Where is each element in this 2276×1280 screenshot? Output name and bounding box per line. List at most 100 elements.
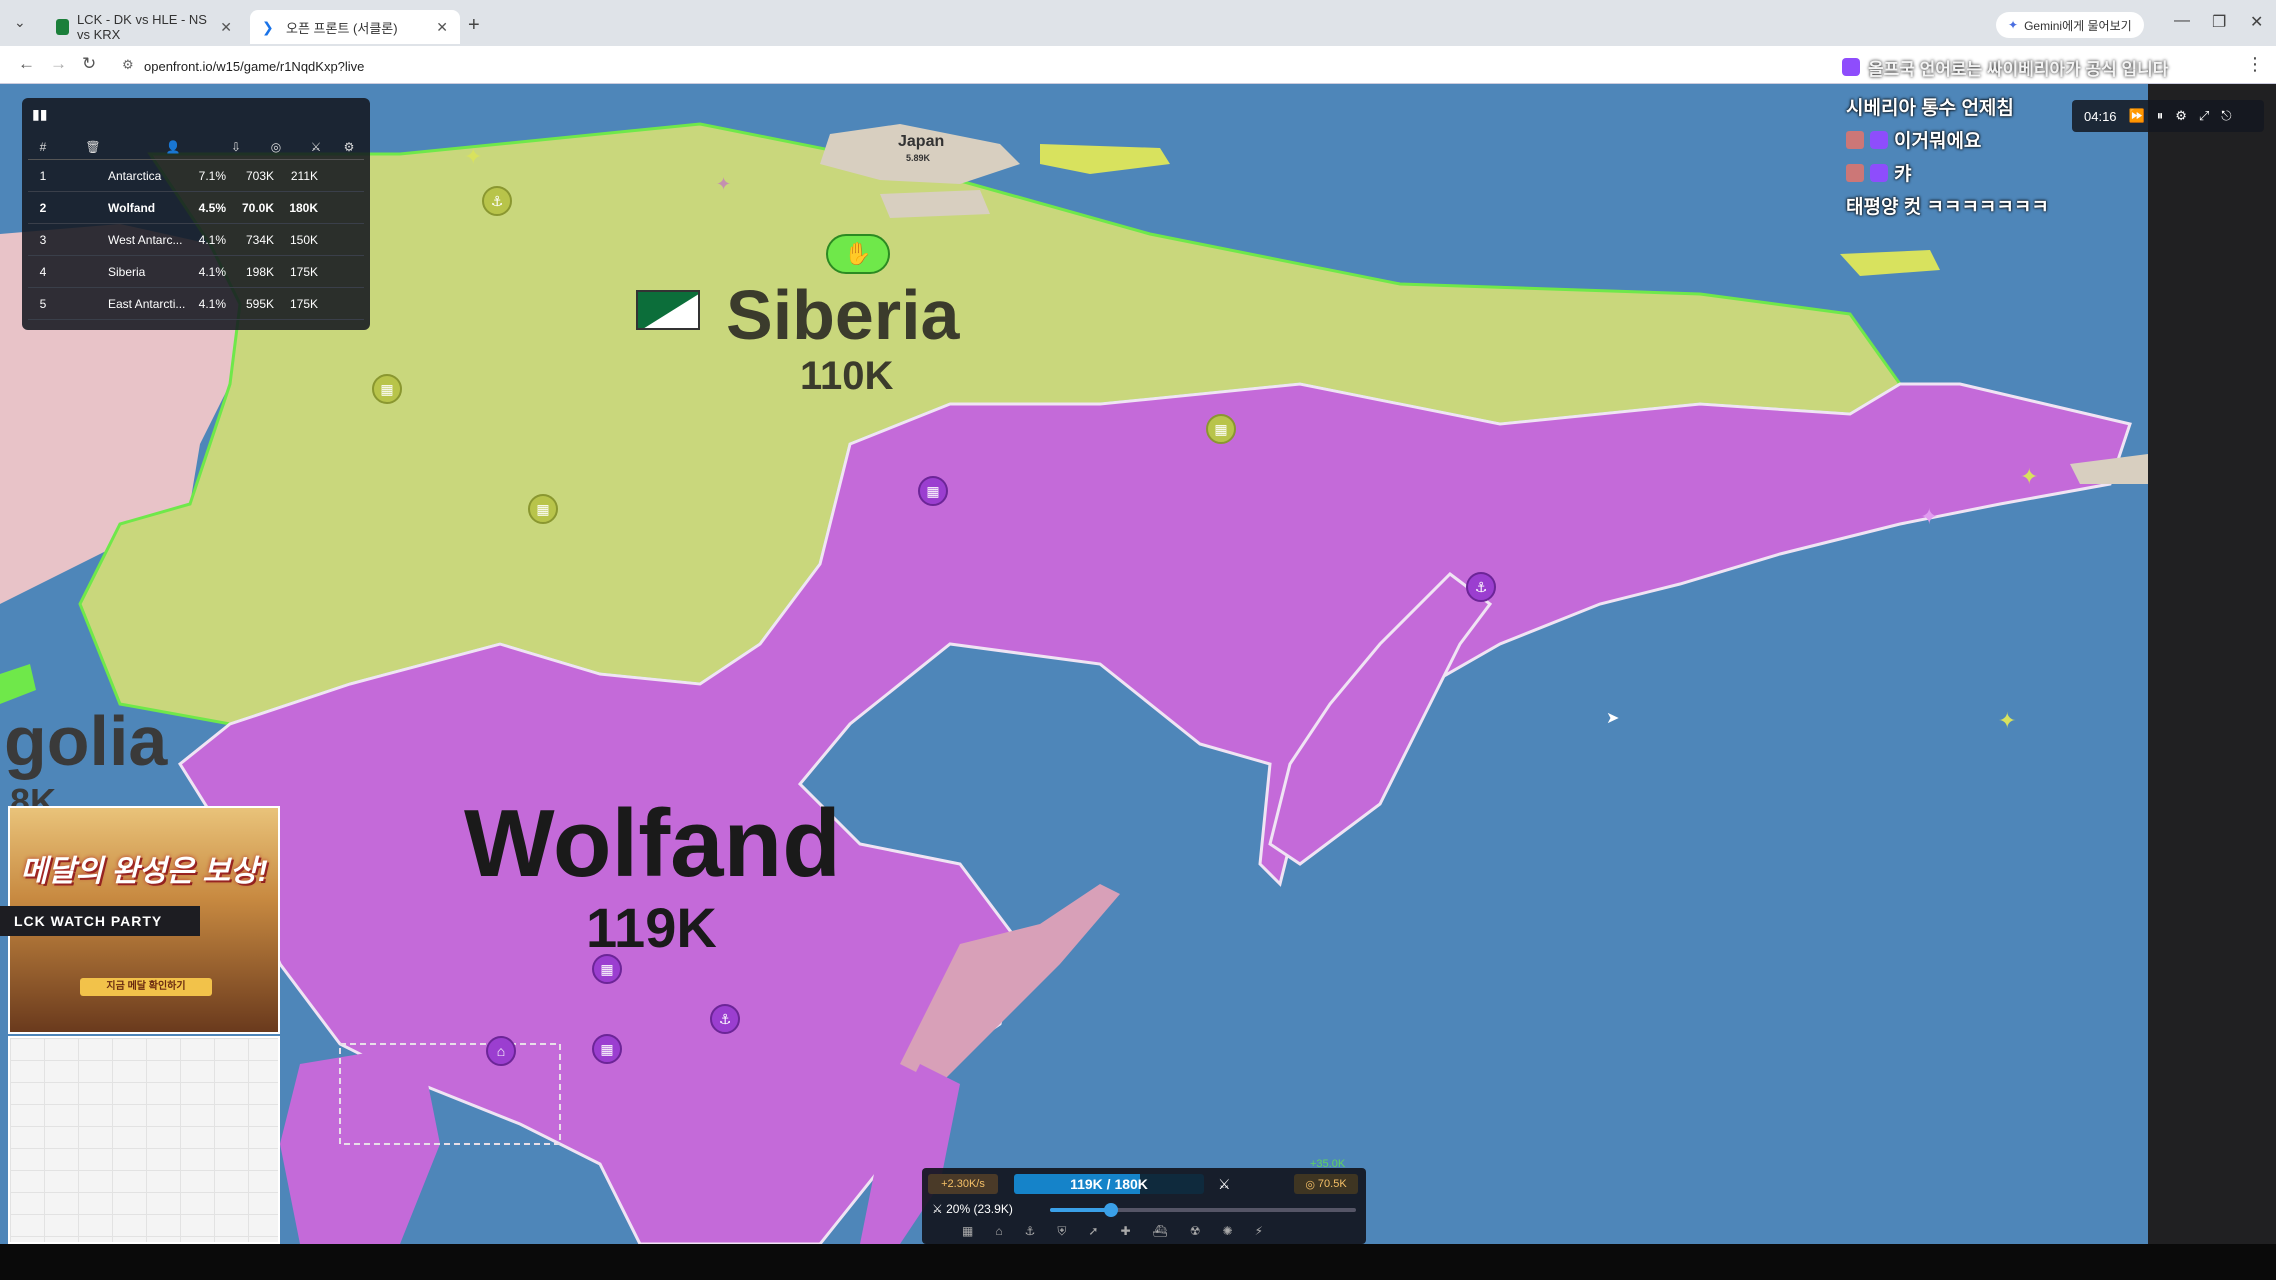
land-cell: 4.1% xyxy=(198,296,226,311)
sam-build-icon[interactable]: ✚ xyxy=(1120,1224,1130,1242)
rank-header[interactable]: # xyxy=(28,140,58,154)
chat-message: 태평양 컷 ㅋㅋㅋㅋㅋㅋㅋ xyxy=(1846,189,2166,222)
city-building-icon[interactable]: ▦ xyxy=(592,954,622,984)
gold-cell: 734K xyxy=(245,232,274,247)
nuke-build-icon[interactable]: ☢ xyxy=(1190,1224,1201,1242)
chat-text: 캬 xyxy=(1894,164,1912,185)
mongolia-name-label: golia xyxy=(4,702,168,780)
port-build-icon[interactable]: ⚓ xyxy=(1025,1224,1036,1242)
gold-cell: 198K xyxy=(245,264,274,279)
leaderboard-panel: ▮▮ # 🗑 👤 ⇩ ◎ ⚔ ⚙ 1 Antarctica 7.1% 703K … xyxy=(22,98,370,330)
letterbox-bottom xyxy=(0,1244,2276,1280)
siberia-population-label: 110K xyxy=(800,354,894,398)
close-icon[interactable]: ✕ xyxy=(436,19,448,36)
missile-build-icon[interactable]: ➚ xyxy=(1088,1224,1098,1242)
reload-icon[interactable]: ↻ xyxy=(82,54,96,74)
land-cell: 4.1% xyxy=(198,264,226,279)
troops-cell: 180K xyxy=(289,200,318,215)
rank-cell: 2 xyxy=(39,200,47,215)
resource-sparkle-icon: ✦ xyxy=(716,174,732,194)
tab-list-chevron-icon[interactable]: ⌄ xyxy=(14,14,26,31)
fullscreen-icon[interactable]: ⤢ xyxy=(2199,108,2209,124)
gold-coin-icon: ◎ xyxy=(1305,1178,1315,1191)
city-building-icon[interactable]: ▦ xyxy=(1206,414,1236,444)
tab-openfront[interactable]: ❯ 오픈 프론트 (서클론) ✕ xyxy=(250,10,460,44)
settings-gear-icon[interactable]: ⚙ xyxy=(2175,108,2187,124)
ad-cta-button[interactable]: 지금 메달 확인하기 xyxy=(80,978,212,996)
city-building-icon[interactable]: ▦ xyxy=(528,494,558,524)
factory-icon[interactable]: ⌂ xyxy=(486,1036,516,1066)
mirv-build-icon[interactable]: ⚡ xyxy=(1255,1224,1263,1242)
troops-cell: 175K xyxy=(289,264,318,279)
slider-handle[interactable] xyxy=(1104,1203,1119,1217)
name-cell: Antarctica xyxy=(108,168,162,183)
window-close-icon[interactable]: ✕ xyxy=(2250,12,2263,32)
gemini-label: Gemini에게 물어보기 xyxy=(2024,18,2132,33)
rank-cell: 1 xyxy=(39,168,47,183)
exit-icon[interactable]: ⎋ xyxy=(2221,108,2231,124)
port-anchor-icon[interactable]: ⚓ xyxy=(1466,572,1496,602)
attack-ratio-slider[interactable] xyxy=(1050,1203,1356,1217)
leaderboard-chart-icon[interactable]: ▮▮ xyxy=(32,106,47,123)
openfront-favicon-icon: ❯ xyxy=(262,19,274,35)
heart-badge-icon xyxy=(1870,163,1888,182)
name-cell: East Antarcti... xyxy=(108,296,186,311)
new-tab-plus-icon[interactable]: + xyxy=(468,14,480,37)
resource-sparkle-icon: ✦ xyxy=(1998,708,2017,733)
fast-forward-icon[interactable]: ⏩ xyxy=(2129,108,2145,124)
stream-notice: 올프국 언어로는 싸이베리아가 공식 입니다 xyxy=(1842,54,2252,80)
port-anchor-icon[interactable]: ⚓ xyxy=(710,1004,740,1034)
sword-icon: ⚔ xyxy=(932,1202,943,1216)
sparkle-icon: ✦ xyxy=(2008,18,2019,32)
restore-icon[interactable]: ❐ xyxy=(2212,12,2226,32)
defense-build-icon[interactable]: ⛨ xyxy=(1057,1224,1066,1242)
leaderboard-header: # 🗑 👤 ⇩ ◎ ⚔ ⚙ xyxy=(28,134,364,160)
leaderboard-row[interactable]: 3 West Antarc... 4.1% 734K 150K xyxy=(28,224,364,256)
hydrogen-build-icon[interactable]: ✺ xyxy=(1223,1224,1233,1242)
troop-bar: 119K / 180K xyxy=(1014,1174,1204,1194)
forward-arrow-icon[interactable]: → xyxy=(50,54,67,74)
troop-count: 119K / 180K xyxy=(1070,1176,1148,1192)
player-icon[interactable]: 👤 xyxy=(128,140,218,154)
site-info-icon[interactable]: ⚙ xyxy=(122,57,134,73)
pause-icon[interactable]: ⏸ xyxy=(2157,108,2164,124)
rank-cell: 3 xyxy=(39,232,47,247)
city-building-icon[interactable]: ▦ xyxy=(592,1034,622,1064)
mouse-cursor-icon: ➤ xyxy=(1606,710,1620,727)
factory-build-icon[interactable]: ⌂ xyxy=(995,1224,1002,1242)
chat-text: 시베리아 통수 언제침 xyxy=(1846,98,2014,119)
wolfand-name-label: Wolfand xyxy=(464,790,841,897)
game-timer: 04:16 xyxy=(2084,108,2117,124)
wolfand-population-label: 119K xyxy=(586,896,717,959)
city-building-icon[interactable]: ▦ xyxy=(372,374,402,404)
user-avatar-icon xyxy=(1846,163,1864,182)
leaderboard-row[interactable]: 1 Antarctica 7.1% 703K 211K xyxy=(28,160,364,192)
letterbox-right xyxy=(2148,84,2276,1244)
url-text: openfront.io/w15/game/r1NqdKxp?live xyxy=(144,58,365,74)
settings-gear-icon[interactable]: ⚙ xyxy=(334,140,364,154)
port-anchor-icon[interactable]: ⚓ xyxy=(482,186,512,216)
minimize-icon[interactable]: — xyxy=(2174,12,2190,30)
warship-build-icon[interactable]: ⛴ xyxy=(1153,1224,1168,1242)
land-sort-icon[interactable]: ⇩ xyxy=(218,140,254,154)
japan-population-label: 5.89K xyxy=(906,153,931,163)
land-cell: 7.1% xyxy=(198,168,226,183)
leaderboard-row[interactable]: 4 Siberia 4.1% 198K 175K xyxy=(28,256,364,288)
close-icon[interactable]: ✕ xyxy=(220,19,232,36)
control-panel: +2.30K/s 119K / 180K ⚔ ◎ 70.5K ⚔ 20% (23… xyxy=(922,1168,1366,1244)
url-field[interactable]: ⚙ openfront.io/w15/game/r1NqdKxp?live xyxy=(122,54,1822,78)
gold-coin-icon[interactable]: ◎ xyxy=(254,140,298,154)
troops-cell: 175K xyxy=(289,296,318,311)
leaderboard-row[interactable]: 2 Wolfand 4.5% 70.0K 180K xyxy=(28,192,364,224)
back-arrow-icon[interactable]: ← xyxy=(18,54,35,74)
tab-lck[interactable]: LCK - DK vs HLE - NS vs KRX ✕ xyxy=(44,10,244,44)
leaderboard-row[interactable]: 5 East Antarcti... 4.1% 595K 175K xyxy=(28,288,364,320)
gemini-button[interactable]: ✦ Gemini에게 물어보기 xyxy=(1996,12,2144,38)
troops-icon[interactable]: ⚔ xyxy=(298,140,334,154)
name-cell: Siberia xyxy=(108,264,146,279)
city-building-icon[interactable]: ▦ xyxy=(918,476,948,506)
trash-icon[interactable]: 🗑 xyxy=(58,140,128,154)
resource-sparkle-icon: ✦ xyxy=(464,144,483,169)
city-build-icon[interactable]: ▦ xyxy=(962,1224,973,1242)
siberia-name-label: Siberia xyxy=(726,276,960,354)
